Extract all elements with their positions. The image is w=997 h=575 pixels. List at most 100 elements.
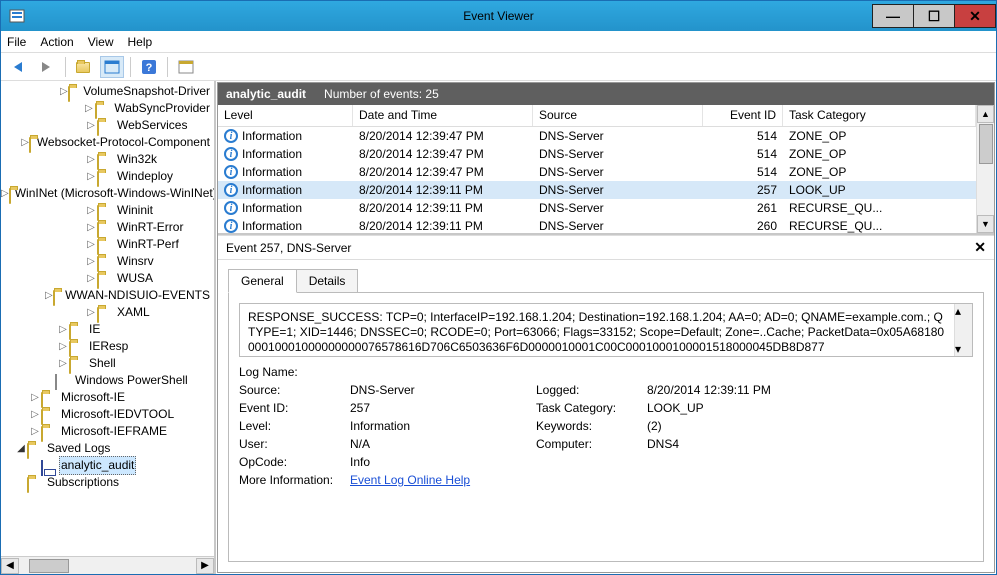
expander-icon[interactable]: ▷	[29, 389, 41, 406]
maximize-button[interactable]: ☐	[913, 4, 955, 28]
msg-vscrollbar[interactable]: ▴ ▾	[954, 304, 972, 356]
table-row[interactable]: iInformation8/20/2014 12:39:47 PMDNS-Ser…	[218, 163, 976, 181]
event-grid-wrap: Level Date and Time Source Event ID Task…	[218, 105, 994, 235]
grid-vscrollbar[interactable]: ▲ ▼	[976, 105, 994, 233]
grid-body[interactable]: iInformation8/20/2014 12:39:47 PMDNS-Ser…	[218, 127, 976, 233]
label-source: Source:	[239, 383, 344, 397]
properties-button[interactable]	[100, 56, 124, 78]
info-icon: i	[224, 165, 238, 179]
menu-view[interactable]: View	[88, 35, 114, 49]
expander-icon[interactable]: ▷	[85, 168, 97, 185]
table-row[interactable]: iInformation8/20/2014 12:39:11 PMDNS-Ser…	[218, 199, 976, 217]
col-taskcategory[interactable]: Task Category	[783, 105, 976, 126]
table-row[interactable]: iInformation8/20/2014 12:39:47 PMDNS-Ser…	[218, 145, 976, 163]
tree-item[interactable]: ▷ Shell	[1, 355, 214, 372]
tree-item[interactable]: ▷WinRT-Error	[1, 219, 214, 236]
tree-item[interactable]: ▷WebServices	[1, 117, 214, 134]
table-row[interactable]: iInformation8/20/2014 12:39:11 PMDNS-Ser…	[218, 217, 976, 233]
tree-item[interactable]: ▷VolumeSnapshot-Driver	[1, 83, 214, 100]
tree-item[interactable]: ▷XAML	[1, 304, 214, 321]
tree-item[interactable]: ▷ Microsoft-IEDVTOOL	[1, 406, 214, 423]
expander-icon[interactable]: ▷	[60, 83, 68, 100]
tree-item[interactable]: ▷IEResp	[1, 338, 214, 355]
expander-icon[interactable]: ▷	[85, 253, 97, 270]
col-datetime[interactable]: Date and Time	[353, 105, 533, 126]
cell-datetime: 8/20/2014 12:39:11 PM	[353, 201, 533, 215]
menu-file[interactable]: File	[7, 35, 26, 49]
back-button[interactable]	[7, 56, 31, 78]
minimize-button[interactable]: —	[872, 4, 914, 28]
expander-icon[interactable]: ▷	[57, 338, 69, 355]
expander-icon[interactable]: ▷	[57, 355, 69, 372]
col-eventid[interactable]: Event ID	[703, 105, 783, 126]
tree-item-label: Microsoft-IEDVTOOL	[59, 406, 176, 423]
table-row[interactable]: iInformation8/20/2014 12:39:47 PMDNS-Ser…	[218, 127, 976, 145]
tab-general[interactable]: General	[228, 269, 297, 293]
tree-item[interactable]: ▷Microsoft-IEFRAME	[1, 423, 214, 440]
expander-icon[interactable]: ▷	[29, 406, 41, 423]
expander-icon[interactable]: ▷	[85, 270, 97, 287]
tree-item[interactable]: Subscriptions	[1, 474, 214, 491]
expander-icon[interactable]: ▷	[85, 117, 97, 134]
tree-item[interactable]: analytic_audit	[1, 457, 214, 474]
expander-icon[interactable]: ▷	[85, 236, 97, 253]
toolbar-divider	[65, 57, 66, 77]
expander-icon[interactable]: ▷	[45, 287, 53, 304]
link-event-log-online-help[interactable]: Event Log Online Help	[350, 473, 470, 487]
nav-tree[interactable]: ▷VolumeSnapshot-Driver▷WabSyncProvider▷W…	[1, 81, 214, 556]
col-source[interactable]: Source	[533, 105, 703, 126]
tree-item[interactable]: ▷Websocket-Protocol-Component	[1, 134, 214, 151]
tree-item[interactable]: ▷Wininit	[1, 202, 214, 219]
detail-close-icon[interactable]: ✕	[974, 239, 986, 256]
menu-help[interactable]: Help	[128, 35, 153, 49]
refresh-button[interactable]	[174, 56, 198, 78]
tree-item[interactable]: ▷Winsrv	[1, 253, 214, 270]
expander-icon[interactable]: ▷	[85, 151, 97, 168]
tree-item[interactable]: ◢Saved Logs	[1, 440, 214, 457]
cell-eventid: 257	[703, 183, 783, 197]
scroll-right-icon[interactable]: ▶	[196, 558, 214, 574]
expander-icon[interactable]: ◢	[15, 440, 27, 457]
table-row[interactable]: iInformation8/20/2014 12:39:11 PMDNS-Ser…	[218, 181, 976, 199]
cell-taskcategory: LOOK_UP	[783, 183, 976, 197]
tree-item[interactable]: ▷WabSyncProvider	[1, 100, 214, 117]
tree-item[interactable]: ▷Microsoft-IE	[1, 389, 214, 406]
close-button[interactable]: ✕	[954, 4, 996, 28]
value-level: Information	[350, 419, 530, 433]
tree-item-label: Shell	[87, 355, 118, 372]
expander-icon[interactable]: ▷	[85, 219, 97, 236]
expander-icon[interactable]: ▷	[21, 134, 29, 151]
expander-icon[interactable]: ▷	[1, 185, 9, 202]
tree-item[interactable]: ▷Windeploy	[1, 168, 214, 185]
forward-button[interactable]	[35, 56, 59, 78]
tree-item[interactable]: ▷ WinRT-Perf	[1, 236, 214, 253]
expander-icon[interactable]: ▷	[85, 304, 97, 321]
scroll-thumb[interactable]	[979, 124, 993, 164]
show-tree-button[interactable]	[72, 56, 96, 78]
expander-icon[interactable]: ▷	[29, 423, 41, 440]
tree-item[interactable]: ▷WWAN-NDISUIO-EVENTS	[1, 287, 214, 304]
tree-item-label: WinRT-Perf	[115, 236, 181, 253]
tree-item[interactable]: ▷IE	[1, 321, 214, 338]
scroll-down-icon[interactable]: ▾	[955, 342, 972, 356]
expander-icon[interactable]: ▷	[57, 321, 69, 338]
scroll-up-icon[interactable]: ▲	[977, 105, 994, 123]
scroll-up-icon[interactable]: ▴	[955, 304, 972, 318]
col-level[interactable]: Level	[218, 105, 353, 126]
scroll-thumb[interactable]	[29, 559, 69, 573]
scroll-left-icon[interactable]: ◀	[1, 558, 19, 574]
tree-item[interactable]: Windows PowerShell	[1, 372, 214, 389]
tab-details[interactable]: Details	[296, 269, 359, 293]
label-level: Level:	[239, 419, 344, 433]
expander-icon[interactable]: ▷	[85, 202, 97, 219]
tree-hscrollbar[interactable]: ◀ ▶	[1, 556, 214, 574]
tree-item[interactable]: ▷WinINet (Microsoft-Windows-WinINet)	[1, 185, 214, 202]
expander-icon[interactable]: ▷	[83, 100, 95, 117]
tree-item[interactable]: ▷WUSA	[1, 270, 214, 287]
tree-item[interactable]: ▷Win32k	[1, 151, 214, 168]
menu-action[interactable]: Action	[40, 35, 73, 49]
scroll-down-icon[interactable]: ▼	[977, 215, 994, 233]
label-moreinfo: More Information:	[239, 473, 344, 487]
cell-taskcategory: RECURSE_QU...	[783, 219, 976, 233]
help-button[interactable]: ?	[137, 56, 161, 78]
